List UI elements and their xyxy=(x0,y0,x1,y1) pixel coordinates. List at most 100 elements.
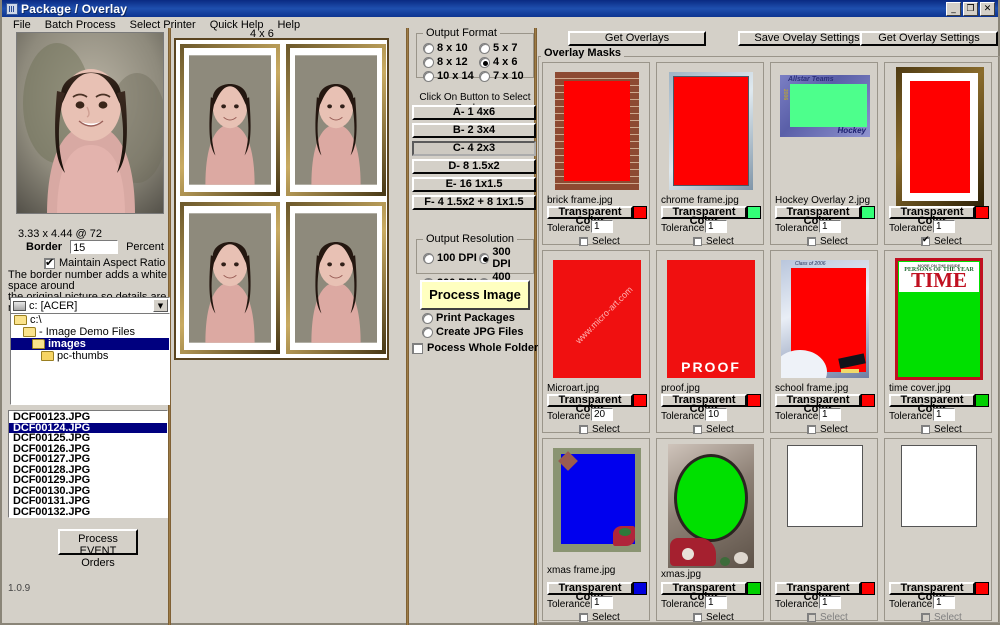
transparent-color-swatch[interactable] xyxy=(747,394,761,407)
transparent-color-swatch[interactable] xyxy=(975,394,989,407)
transparent-color-swatch[interactable] xyxy=(975,582,989,595)
transparent-color-swatch[interactable] xyxy=(633,394,647,407)
list-item[interactable]: DCF00125.JPG xyxy=(9,433,167,444)
select-checkbox[interactable]: Select xyxy=(579,612,620,623)
transparent-color-swatch[interactable] xyxy=(633,206,647,219)
overlay-mask-cell[interactable]: chrome frame.jpg Transparent Color Toler… xyxy=(656,62,764,247)
tolerance-input[interactable]: 1 xyxy=(819,596,841,609)
source-photo-preview[interactable] xyxy=(16,32,164,214)
restore-button[interactable]: ❐ xyxy=(963,1,978,16)
transparent-color-button[interactable]: Transparent Color xyxy=(547,582,633,603)
radio-8x10[interactable]: 8 x 10 xyxy=(423,42,479,54)
tolerance-input[interactable]: 1 xyxy=(819,408,841,421)
transparent-color-button[interactable]: Transparent Color xyxy=(661,206,747,227)
radio-print-packages[interactable]: Print Packages xyxy=(422,312,515,324)
tolerance-input[interactable]: 1 xyxy=(933,408,955,421)
get-overlays-button[interactable]: Get Overlays xyxy=(568,31,706,46)
radio-create-jpg-files[interactable]: Create JPG Files xyxy=(422,326,523,338)
transparent-color-button[interactable]: Transparent Color xyxy=(775,582,861,603)
package-button-e[interactable]: E- 16 1x1.5 xyxy=(412,177,536,192)
get-overlay-settings-button[interactable]: Get Overlay Settings xyxy=(860,31,998,46)
radio-10x14[interactable]: 10 x 14 xyxy=(423,70,479,82)
tree-item-pc-thumbs[interactable]: pc-thumbs xyxy=(11,350,169,362)
tolerance-input[interactable]: 1 xyxy=(705,220,727,233)
radio-100-dpi[interactable]: 100 DPI xyxy=(423,246,479,270)
checkbox-process-whole-folder[interactable]: Pocess Whole Folder xyxy=(412,342,538,354)
transparent-color-button[interactable]: Transparent Color xyxy=(775,206,861,227)
package-button-f[interactable]: F- 4 1.5x2 + 8 1x1.5 xyxy=(412,195,536,210)
radio-300-dpi[interactable]: 300 DPI xyxy=(479,246,529,270)
tolerance-input[interactable]: 10 xyxy=(705,408,727,421)
radio-7x10[interactable]: 7 x 10 xyxy=(479,70,529,82)
transparent-color-button[interactable]: Transparent Color xyxy=(889,582,975,603)
menu-item-batch-process[interactable]: Batch Process xyxy=(38,17,123,33)
process-image-button[interactable]: Process Image xyxy=(420,280,530,310)
overlay-mask-cell[interactable]: www.micro-art.com Microart.jpg Transpare… xyxy=(542,250,650,435)
select-checkbox[interactable]: Select xyxy=(807,236,848,247)
select-checkbox[interactable]: Select xyxy=(921,424,962,435)
transparent-color-swatch[interactable] xyxy=(861,582,875,595)
list-item[interactable]: DCF00133.JPG xyxy=(13,517,90,518)
radio-4x6[interactable]: 4 x 6 xyxy=(479,56,529,68)
transparent-color-swatch[interactable] xyxy=(975,206,989,219)
list-item[interactable]: DCF00131.JPG xyxy=(9,496,167,507)
overlay-mask-cell[interactable]: Transparent Color Tolerance 1 Select xyxy=(884,438,992,623)
package-thumbnail[interactable] xyxy=(180,202,280,354)
overlay-mask-cell[interactable]: MORE ON THE INSIDE PERSONS OF THE YEAR T… xyxy=(884,250,992,435)
folder-tree[interactable]: c:\ - Image Demo Files images pc-thumbs xyxy=(10,313,170,405)
transparent-color-swatch[interactable] xyxy=(861,394,875,407)
transparent-color-button[interactable]: Transparent Color xyxy=(661,582,747,603)
tolerance-input[interactable]: 1 xyxy=(933,596,955,609)
select-checkbox[interactable]: Select xyxy=(579,236,620,247)
select-checkbox[interactable]: Select xyxy=(693,612,734,623)
transparent-color-swatch[interactable] xyxy=(633,582,647,595)
list-item[interactable]: DCF00129.JPG xyxy=(9,475,167,486)
package-thumbnail[interactable] xyxy=(286,44,386,196)
package-button-c[interactable]: C- 4 2x3 xyxy=(412,141,536,156)
list-item[interactable]: DCF00123.JPG xyxy=(9,412,167,423)
tolerance-input[interactable]: 20 xyxy=(591,408,613,421)
transparent-color-swatch[interactable] xyxy=(861,206,875,219)
tree-item-c-root[interactable]: c:\ xyxy=(11,314,169,326)
close-button[interactable]: ✕ xyxy=(980,1,995,16)
package-button-a[interactable]: A- 1 4x6 xyxy=(412,105,536,120)
chevron-down-icon[interactable]: ▼ xyxy=(153,299,168,312)
package-thumbnail[interactable] xyxy=(286,202,386,354)
transparent-color-button[interactable]: Transparent Color xyxy=(547,206,633,227)
tolerance-input[interactable]: 1 xyxy=(591,220,613,233)
overlay-mask-cell[interactable]: xmas frame.jpg Transparent Color Toleran… xyxy=(542,438,650,623)
package-button-b[interactable]: B- 2 3x4 xyxy=(412,123,536,138)
file-list[interactable]: DCF00123.JPG DCF00124.JPG DCF00125.JPG D… xyxy=(8,410,168,518)
select-checkbox[interactable]: Select xyxy=(693,236,734,247)
select-checkbox[interactable]: Select xyxy=(579,424,620,435)
radio-5x7[interactable]: 5 x 7 xyxy=(479,42,529,54)
package-button-d[interactable]: D- 8 1.5x2 xyxy=(412,159,536,174)
transparent-color-button[interactable]: Transparent Color xyxy=(889,206,975,227)
transparent-color-button[interactable]: Transparent Color xyxy=(775,394,861,415)
process-event-orders-button[interactable]: Process EVENT Orders xyxy=(58,529,138,569)
select-checkbox[interactable]: Select xyxy=(807,424,848,435)
tolerance-input[interactable]: 1 xyxy=(705,596,727,609)
border-input[interactable]: 15 xyxy=(70,240,119,254)
radio-8x12[interactable]: 8 x 12 xyxy=(423,56,479,68)
tolerance-input[interactable]: 1 xyxy=(819,220,841,233)
minimize-button[interactable]: _ xyxy=(946,1,961,16)
drive-select[interactable]: c: [ACER] ▼ xyxy=(10,297,170,314)
overlay-mask-cell[interactable]: PROOF proof.jpg Transparent Color Tolera… xyxy=(656,250,764,435)
overlay-mask-cell[interactable]: Transparent Color Tolerance 1 Select xyxy=(770,438,878,623)
package-thumbnail[interactable] xyxy=(180,44,280,196)
tree-item-image-demo-files[interactable]: - Image Demo Files xyxy=(11,326,169,338)
overlay-mask-cell[interactable]: xmas.jpg Transparent Color Tolerance 1 S… xyxy=(656,438,764,623)
transparent-color-swatch[interactable] xyxy=(747,582,761,595)
list-item[interactable]: DCF00127.JPG xyxy=(9,454,167,465)
overlay-mask-cell[interactable]: Allstar Teams 2006 Hockey Hockey Overlay… xyxy=(770,62,878,247)
menu-item-help[interactable]: Help xyxy=(270,17,307,33)
overlay-mask-cell[interactable]: brick frame.jpg Transparent Color Tolera… xyxy=(542,62,650,247)
transparent-color-button[interactable]: Transparent Color xyxy=(889,394,975,415)
menu-item-file[interactable]: File xyxy=(6,17,38,33)
overlay-mask-cell[interactable]: Class of 2006 school frame.jpg Transpare… xyxy=(770,250,878,435)
overlay-mask-cell[interactable]: Transparent Color Tolerance 1 Select xyxy=(884,62,992,247)
select-checkbox[interactable]: Select xyxy=(921,235,962,247)
tolerance-input[interactable]: 1 xyxy=(591,596,613,609)
transparent-color-swatch[interactable] xyxy=(747,206,761,219)
